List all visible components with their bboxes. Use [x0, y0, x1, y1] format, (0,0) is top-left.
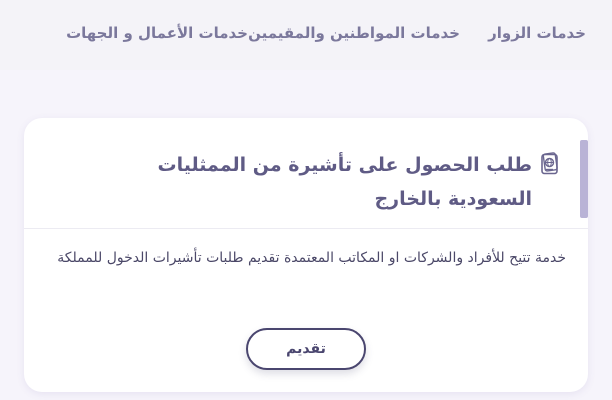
divider — [24, 228, 588, 229]
apply-button[interactable]: تقديم — [246, 328, 366, 370]
passport-icon — [538, 152, 562, 176]
card-title: طلب الحصول على تأشيرة من الممثليات السعو… — [157, 154, 532, 210]
nav-visitors-services[interactable]: خدمات الزوار — [488, 24, 586, 42]
nav-business-entities-services[interactable]: خدمات الأعمال و الجهات — [66, 24, 248, 42]
card-header: طلب الحصول على تأشيرة من الممثليات السعو… — [24, 140, 588, 228]
nav-citizens-residents-services[interactable]: خدمات المواطنين والمقيمين — [248, 24, 460, 42]
top-nav: خدمات الزوار خدمات المواطنين والمقيمين خ… — [0, 0, 612, 70]
service-card: طلب الحصول على تأشيرة من الممثليات السعو… — [24, 118, 588, 392]
accent-bar — [580, 140, 588, 218]
card-description: خدمة تتيح للأفراد والشركات او المكاتب ال… — [57, 250, 566, 266]
title-wrap: طلب الحصول على تأشيرة من الممثليات السعو… — [92, 148, 562, 216]
